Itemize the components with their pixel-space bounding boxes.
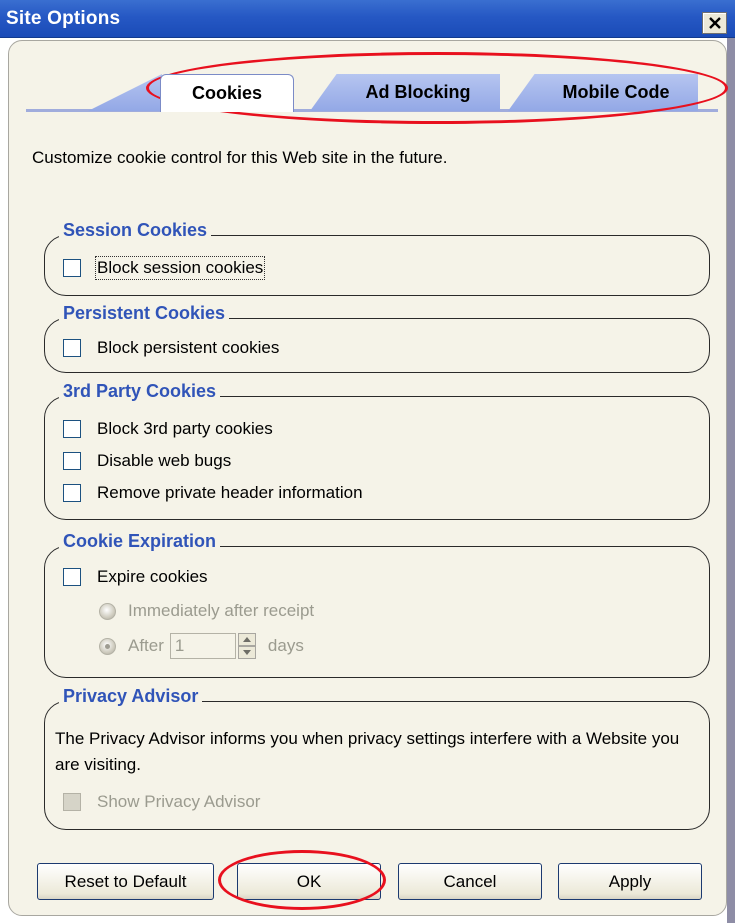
arrow-up-icon (242, 637, 251, 642)
group-title: Session Cookies (59, 220, 212, 241)
expire-after-option[interactable]: After 1 days (99, 633, 304, 659)
checkbox-label: Remove private header information (97, 483, 363, 502)
intro-text: Customize cookie control for this Web si… (32, 148, 448, 167)
spin-down-button[interactable] (237, 646, 256, 659)
close-button[interactable] (702, 12, 727, 34)
checkbox[interactable] (63, 420, 81, 438)
title-bar[interactable]: Site Options (0, 0, 735, 38)
apply-button[interactable]: Apply (558, 863, 702, 900)
block-session-cookies-option[interactable]: Block session cookies (63, 256, 266, 280)
group-title: Cookie Expiration (59, 531, 221, 552)
days-input[interactable]: 1 (169, 633, 236, 659)
privacy-advisor-description: The Privacy Advisor informs you when pri… (55, 729, 680, 774)
tab-ad-blocking[interactable]: Ad Blocking (310, 74, 500, 111)
days-spinner[interactable] (237, 633, 256, 659)
session-cookies-group: Session Cookies Block session cookies (44, 220, 710, 296)
privacy-advisor-group: Privacy Advisor The Privacy Advisor info… (44, 686, 710, 830)
show-privacy-advisor-option[interactable]: Show Privacy Advisor (63, 792, 260, 812)
checkbox[interactable] (63, 339, 81, 357)
checkbox-label: Expire cookies (97, 567, 208, 586)
ok-button[interactable]: OK (237, 863, 381, 900)
checkbox[interactable] (63, 452, 81, 470)
checkbox[interactable] (63, 793, 81, 811)
cancel-button[interactable]: Cancel (398, 863, 542, 900)
checkbox[interactable] (63, 259, 81, 277)
expire-cookies-option[interactable]: Expire cookies (63, 567, 208, 587)
checkbox-label: Show Privacy Advisor (97, 792, 261, 811)
checkbox-label: Block 3rd party cookies (97, 419, 273, 438)
group-title: 3rd Party Cookies (59, 381, 221, 402)
remove-private-header-option[interactable]: Remove private header information (63, 483, 363, 503)
block-third-party-cookies-option[interactable]: Block 3rd party cookies (63, 419, 273, 439)
close-icon (708, 17, 721, 29)
window-border-left (0, 38, 8, 923)
tab-ad-blocking-label: Ad Blocking (365, 82, 471, 102)
checkbox[interactable] (63, 568, 81, 586)
radio-button[interactable] (99, 637, 116, 655)
checkbox-label: Block session cookies (94, 256, 266, 280)
group-title: Privacy Advisor (59, 686, 203, 707)
radio-label: After (128, 636, 164, 655)
spin-up-button[interactable] (237, 633, 256, 646)
tab-cookies-label: Cookies (191, 83, 263, 103)
window-title: Site Options (6, 8, 121, 29)
group-title: Persistent Cookies (59, 303, 230, 324)
window-border-right (727, 38, 735, 923)
persistent-cookies-group: Persistent Cookies Block persistent cook… (44, 303, 710, 373)
third-party-cookies-group: 3rd Party Cookies Block 3rd party cookie… (44, 381, 710, 520)
tab-mobile-code-label: Mobile Code (562, 82, 670, 102)
site-options-window: Site Options Cookies Ad Blocking Mobile … (0, 0, 735, 923)
checkbox-label: Block persistent cookies (97, 338, 280, 357)
disable-web-bugs-option[interactable]: Disable web bugs (63, 451, 231, 471)
arrow-down-icon (242, 650, 251, 655)
expire-immediately-option[interactable]: Immediately after receipt (99, 601, 314, 621)
reset-to-default-button[interactable]: Reset to Default (37, 863, 214, 900)
tab-mobile-code[interactable]: Mobile Code (508, 74, 698, 111)
radio-label: Immediately after receipt (128, 601, 315, 620)
radio-button[interactable] (99, 602, 116, 620)
days-label: days (267, 636, 304, 655)
block-persistent-cookies-option[interactable]: Block persistent cookies (63, 338, 279, 358)
cookie-expiration-group: Cookie Expiration Expire cookies Immedia… (44, 531, 710, 678)
checkbox[interactable] (63, 484, 81, 502)
tab-cookies[interactable]: Cookies (160, 74, 294, 112)
checkbox-label: Disable web bugs (97, 451, 232, 470)
